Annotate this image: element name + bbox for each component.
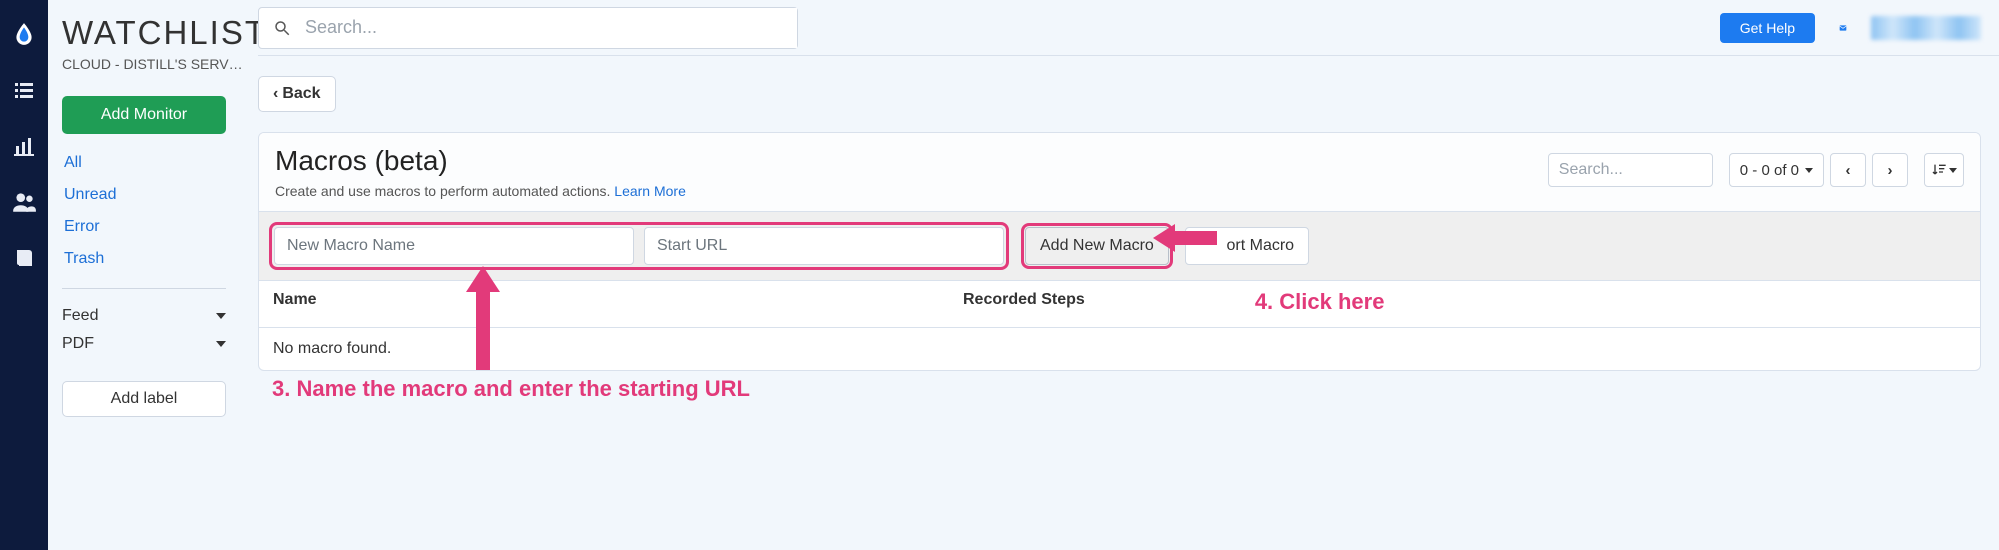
back-label: Back: [282, 85, 320, 103]
add-label-button[interactable]: Add label: [62, 381, 226, 417]
back-button[interactable]: ‹ Back: [258, 76, 336, 112]
sidebar-link-unread[interactable]: Unread: [62, 184, 250, 206]
drop-logo-icon[interactable]: [10, 20, 38, 48]
sidebar-link-trash[interactable]: Trash: [62, 248, 250, 270]
macros-search-input[interactable]: [1548, 153, 1713, 187]
user-menu[interactable]: [1871, 16, 1981, 40]
annotation-step4: 4. Click here: [1255, 289, 1385, 315]
annotation-step3: 3. Name the macro and enter the starting…: [272, 376, 750, 402]
book-icon[interactable]: [10, 244, 38, 272]
sidebar-dropdown-feed[interactable]: Feed: [62, 307, 226, 325]
mail-icon[interactable]: [1831, 18, 1855, 38]
sidebar-link-all[interactable]: All: [62, 152, 250, 174]
panel-description: Create and use macros to perform automat…: [275, 183, 1528, 199]
chevron-down-icon: [216, 313, 226, 319]
search-icon: [259, 19, 305, 37]
chevron-down-icon: [1949, 168, 1957, 173]
highlight-add-button: Add New Macro: [1021, 223, 1173, 269]
content: ‹ Back Macros (beta) Create and use macr…: [258, 56, 1999, 391]
chevron-down-icon: [1805, 168, 1813, 173]
highlight-inputs: [269, 222, 1009, 270]
get-help-button[interactable]: Get Help: [1720, 13, 1815, 43]
pager-prev[interactable]: ‹: [1830, 153, 1866, 187]
pager: 0 - 0 of 0 ‹ ›: [1729, 153, 1908, 187]
panel-title: Macros (beta): [275, 145, 1528, 177]
chevron-left-icon: ‹: [273, 85, 278, 103]
macro-url-input[interactable]: [644, 227, 1004, 265]
import-macro-label: ort Macro: [1227, 237, 1295, 254]
sidebar-link-error[interactable]: Error: [62, 216, 250, 238]
search-input[interactable]: [305, 8, 797, 48]
list-icon[interactable]: [10, 76, 38, 104]
main: Get Help ‹ Back Macros (beta) Create and…: [258, 0, 1999, 550]
sort-icon: [1931, 162, 1947, 178]
page-subtitle: CLOUD - DISTILL'S SERV…: [62, 56, 250, 72]
macro-name-input[interactable]: [274, 227, 634, 265]
sidebar-dropdown-label: Feed: [62, 307, 98, 325]
macro-form: Add New Macro Import Macro: [259, 212, 1980, 281]
table-empty: No macro found.: [259, 328, 1980, 370]
nav-rail: [0, 0, 48, 550]
topbar: Get Help: [258, 0, 1999, 56]
users-icon[interactable]: [10, 188, 38, 216]
sidebar: WATCHLIST CLOUD - DISTILL'S SERV… Add Mo…: [48, 0, 258, 550]
table-header: Name Recorded Steps 4. Click here: [259, 281, 1980, 328]
bar-chart-icon[interactable]: [10, 132, 38, 160]
learn-more-link[interactable]: Learn More: [614, 183, 686, 199]
sort-button[interactable]: [1924, 153, 1964, 187]
macros-panel: Macros (beta) Create and use macros to p…: [258, 132, 1981, 371]
column-steps: Recorded Steps: [963, 291, 1085, 317]
import-macro-button[interactable]: Import Macro: [1185, 227, 1309, 265]
global-search[interactable]: [258, 7, 798, 49]
page-title: WATCHLIST: [62, 14, 250, 52]
pager-next[interactable]: ›: [1872, 153, 1908, 187]
sidebar-divider: [62, 288, 226, 289]
panel-header: Macros (beta) Create and use macros to p…: [259, 133, 1980, 212]
chevron-down-icon: [216, 341, 226, 347]
sidebar-dropdown-label: PDF: [62, 335, 94, 353]
pager-range[interactable]: 0 - 0 of 0: [1729, 153, 1824, 187]
add-macro-button[interactable]: Add New Macro: [1025, 227, 1169, 265]
column-name: Name: [273, 291, 923, 317]
add-monitor-button[interactable]: Add Monitor: [62, 96, 226, 134]
sidebar-dropdown-pdf[interactable]: PDF: [62, 335, 226, 353]
